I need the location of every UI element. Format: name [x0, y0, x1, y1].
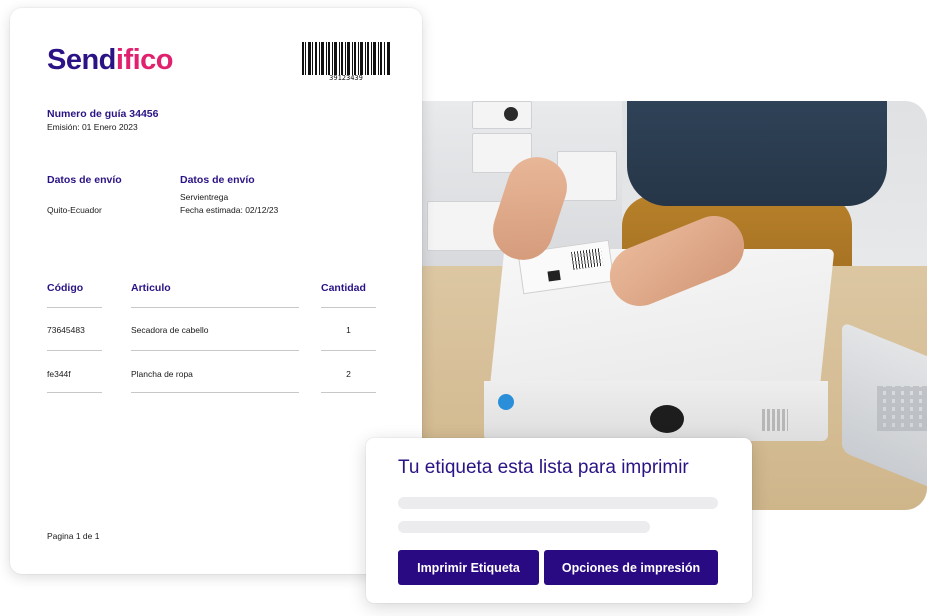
estimated-date: Fecha estimada: 02/12/23	[180, 205, 279, 215]
item-quantity: 2	[346, 369, 351, 379]
shipping-data-heading: Datos de envío	[180, 174, 255, 186]
package-handle-hole	[650, 405, 684, 433]
barcode-icon	[302, 42, 390, 75]
package-blue-dot	[498, 394, 514, 410]
item-name: Plancha de ropa	[131, 369, 193, 379]
print-ready-dialog: Tu etiqueta esta lista para imprimir Imp…	[366, 438, 752, 603]
item-name: Secadora de cabello	[131, 325, 209, 335]
shipping-document: Sendifico 39123439 Numero de guía 34456 …	[10, 8, 422, 574]
dialog-title: Tu etiqueta esta lista para imprimir	[398, 457, 689, 478]
table-divider	[131, 392, 299, 393]
carrier-name: Servientrega	[180, 192, 229, 202]
package-qr-code	[762, 409, 788, 431]
loading-placeholder-bar	[398, 497, 718, 509]
item-code: fe344f	[47, 369, 71, 379]
laptop-keyboard	[877, 386, 927, 431]
shipping-data-heading: Datos de envío	[47, 174, 122, 186]
barcode-number: 39123439	[329, 74, 363, 82]
sticker-barcode	[570, 247, 604, 270]
print-options-button[interactable]: Opciones de impresión	[544, 550, 718, 585]
table-divider	[321, 350, 376, 351]
column-header-quantity: Cantidad	[321, 282, 366, 294]
guide-number: Numero de guía 34456	[47, 108, 159, 120]
print-label-button[interactable]: Imprimir Etiqueta	[398, 550, 539, 585]
shelf-hole	[504, 107, 518, 121]
column-header-article: Articulo	[131, 282, 171, 294]
table-divider	[321, 392, 376, 393]
brand-logo: Sendifico	[47, 44, 174, 76]
table-divider	[47, 307, 102, 308]
page-indicator: Pagina 1 de 1	[47, 531, 100, 541]
shipping-origin: Quito-Ecuador	[47, 205, 102, 215]
person-shirt	[627, 101, 887, 206]
emission-date: Emisión: 01 Enero 2023	[47, 122, 138, 132]
loading-placeholder-bar	[398, 521, 650, 533]
table-divider	[321, 307, 376, 308]
shelf-box	[472, 101, 532, 129]
column-header-code: Código	[47, 282, 84, 294]
table-divider	[131, 307, 299, 308]
sticker-code-square	[547, 269, 561, 282]
table-divider	[131, 350, 299, 351]
item-quantity: 1	[346, 325, 351, 335]
table-divider	[47, 350, 102, 351]
table-divider	[47, 392, 102, 393]
item-code: 73645483	[47, 325, 85, 335]
